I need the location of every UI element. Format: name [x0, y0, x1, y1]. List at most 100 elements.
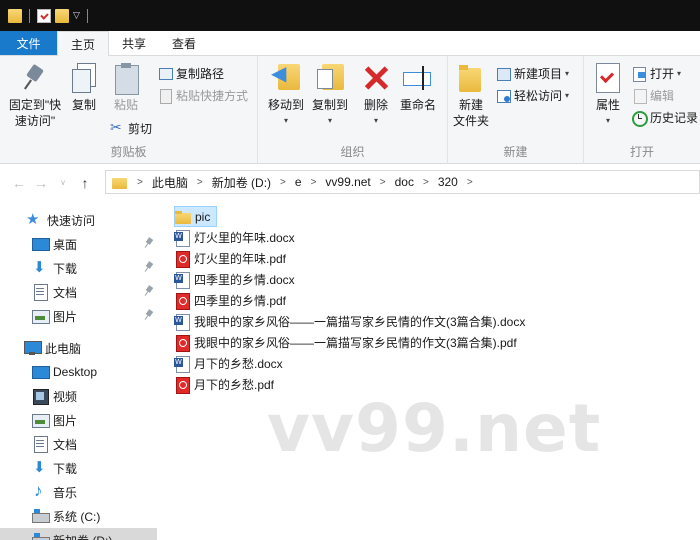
word-document-icon	[174, 271, 190, 289]
paste-button[interactable]: 粘贴	[108, 62, 144, 113]
desktop-icon	[32, 364, 50, 380]
delete-label: 删除	[363, 98, 388, 112]
customize-toolbar-chevron-icon[interactable]: ▽	[73, 10, 80, 21]
properties-icon	[592, 62, 624, 94]
open-button[interactable]: 打开 ▾	[632, 63, 681, 83]
sidebar-item-music[interactable]: 音乐	[0, 480, 157, 504]
rename-button[interactable]: 重命名	[396, 62, 440, 113]
copy-path-button[interactable]: 复制路径	[158, 63, 224, 83]
list-item[interactable]: 灯火里的年味.pdf	[174, 248, 286, 269]
open-group-label: 打开	[629, 145, 654, 159]
sidebar-item-label: 下载	[53, 261, 78, 276]
sidebar-item-drive-c[interactable]: 系统 (C:)	[0, 504, 157, 528]
new-folder-button[interactable]: 新建 文件夹	[451, 62, 491, 129]
sidebar-item-desktop-pc[interactable]: Desktop	[0, 360, 157, 384]
sidebar-item-drive-d[interactable]: 新加卷 (D:)	[0, 528, 157, 540]
recent-locations-chevron-down-icon[interactable]: ∨	[52, 178, 74, 187]
sidebar-item-label: 快速访问	[47, 213, 96, 228]
paste-shortcut-button[interactable]: 粘贴快捷方式	[158, 85, 248, 105]
rename-label: 重命名	[399, 98, 436, 112]
sidebar-item-downloads[interactable]: 下载	[0, 256, 157, 280]
sidebar-item-videos[interactable]: 视频	[0, 384, 157, 408]
properties-button[interactable]: 属性 ▾	[590, 62, 626, 129]
back-arrow-icon[interactable]: ←	[8, 175, 30, 191]
download-icon	[32, 458, 48, 476]
breadcrumb-item[interactable]: 320	[438, 175, 458, 189]
title-bar: ▽	[0, 0, 700, 31]
sidebar-item-desktop[interactable]: 桌面	[0, 232, 157, 256]
history-button[interactable]: 历史记录	[632, 107, 698, 127]
sidebar-item-this-pc[interactable]: 此电脑	[0, 336, 157, 360]
folder-icon	[112, 176, 127, 189]
list-item[interactable]: 四季里的乡情.pdf	[174, 290, 286, 311]
up-arrow-icon[interactable]: ↑	[74, 175, 96, 191]
file-list: pic 灯火里的年味.docx 灯火里的年味.pdf 四季里的乡情.docx 四…	[157, 200, 700, 540]
chevron-right-icon[interactable]: >	[197, 177, 203, 188]
sidebar-item-label: Desktop	[53, 365, 98, 379]
chevron-right-icon[interactable]: >	[380, 177, 386, 188]
list-item[interactable]: 月下的乡愁.docx	[174, 353, 283, 374]
list-item[interactable]: 我眼中的家乡风俗——一篇描写家乡民情的作文(3篇合集).pdf	[174, 332, 517, 353]
organize-group: 移动到 ▾ 复制到 ▾ 删除 ▾ 重命名 组织	[258, 56, 448, 164]
breadcrumb-item[interactable]: doc	[395, 175, 414, 189]
watermark: vv99.net	[267, 390, 602, 467]
pin-icon	[145, 238, 153, 248]
copy-to-label: 复制到	[311, 98, 348, 112]
sidebar-item-pictures[interactable]: 图片	[0, 304, 157, 328]
breadcrumb-item[interactable]: 新加卷 (D:)	[212, 174, 271, 191]
tab-file[interactable]: 文件	[0, 31, 57, 55]
new-folder-label: 新建 文件夹	[452, 98, 489, 128]
delete-button[interactable]: 删除 ▾	[358, 62, 394, 129]
chevron-right-icon[interactable]: >	[280, 177, 286, 188]
file-name: pic	[195, 209, 211, 224]
breadcrumb-item[interactable]: vv99.net	[325, 175, 370, 189]
list-item[interactable]: 月下的乡愁.pdf	[174, 374, 274, 395]
paste-shortcut-label: 粘贴快捷方式	[176, 88, 249, 103]
copy-label: 复制	[71, 98, 96, 112]
sidebar-item-documents-pc[interactable]: 文档	[0, 432, 157, 456]
new-folder-icon[interactable]	[55, 8, 69, 23]
cut-button[interactable]: 剪切	[110, 118, 152, 138]
breadcrumb-item[interactable]: 此电脑	[152, 174, 188, 191]
chevron-right-icon[interactable]: >	[137, 177, 143, 188]
move-to-label: 移动到	[267, 98, 304, 112]
forward-arrow-icon[interactable]: →	[30, 175, 52, 191]
tab-share[interactable]: 共享	[109, 31, 159, 55]
chevron-right-icon[interactable]: >	[467, 177, 473, 188]
pdf-icon	[174, 376, 190, 394]
list-item[interactable]: 我眼中的家乡风俗——一篇描写家乡民情的作文(3篇合集).docx	[174, 311, 525, 332]
clipboard-group: 固定到"快 速访问" 复制 粘贴 复制路径 粘贴快捷方式 剪切 剪贴板	[0, 56, 258, 164]
chevron-right-icon[interactable]: >	[423, 177, 429, 188]
sidebar-item-quick-access[interactable]: 快速访问	[0, 208, 157, 232]
properties-icon[interactable]	[37, 8, 51, 23]
move-to-icon	[270, 62, 302, 94]
list-item[interactable]: pic	[174, 206, 218, 227]
computer-icon	[24, 340, 42, 356]
address-bar[interactable]: > 此电脑 > 新加卷 (D:) > e > vv99.net > doc > …	[105, 170, 700, 194]
easy-access-button[interactable]: 轻松访问 ▾	[496, 85, 569, 105]
move-to-button[interactable]: 移动到 ▾	[264, 62, 308, 129]
sidebar-item-documents[interactable]: 文档	[0, 280, 157, 304]
edit-button[interactable]: 编辑	[632, 85, 674, 105]
chevron-right-icon[interactable]: >	[311, 177, 317, 188]
sidebar-item-pictures-pc[interactable]: 图片	[0, 408, 157, 432]
pin-to-quick-access-button[interactable]: 固定到"快 速访问"	[6, 62, 64, 129]
easy-access-label: 轻松访问	[514, 88, 563, 103]
new-item-button[interactable]: 新建项目 ▾	[496, 63, 569, 83]
new-item-chevron-down-icon: ▾	[565, 68, 570, 78]
organize-group-label: 组织	[340, 145, 365, 159]
copy-button[interactable]: 复制	[66, 62, 102, 113]
tab-view[interactable]: 查看	[159, 31, 209, 55]
copy-to-button[interactable]: 复制到 ▾	[308, 62, 352, 129]
pin-label: 固定到"快 速访问"	[8, 98, 62, 128]
list-item[interactable]: 灯火里的年味.docx	[174, 227, 295, 248]
file-name: 灯火里的年味.docx	[194, 231, 295, 245]
delete-chevron-down-icon: ▾	[373, 116, 378, 125]
edit-icon	[632, 88, 647, 104]
breadcrumb-item[interactable]: e	[295, 175, 302, 189]
tab-home[interactable]: 主页	[57, 31, 110, 56]
list-item[interactable]: 四季里的乡情.docx	[174, 269, 295, 290]
sidebar-item-label: 图片	[53, 309, 78, 324]
ribbon: 固定到"快 速访问" 复制 粘贴 复制路径 粘贴快捷方式 剪切 剪贴板 移动到 …	[0, 56, 700, 164]
sidebar-item-downloads-pc[interactable]: 下载	[0, 456, 157, 480]
